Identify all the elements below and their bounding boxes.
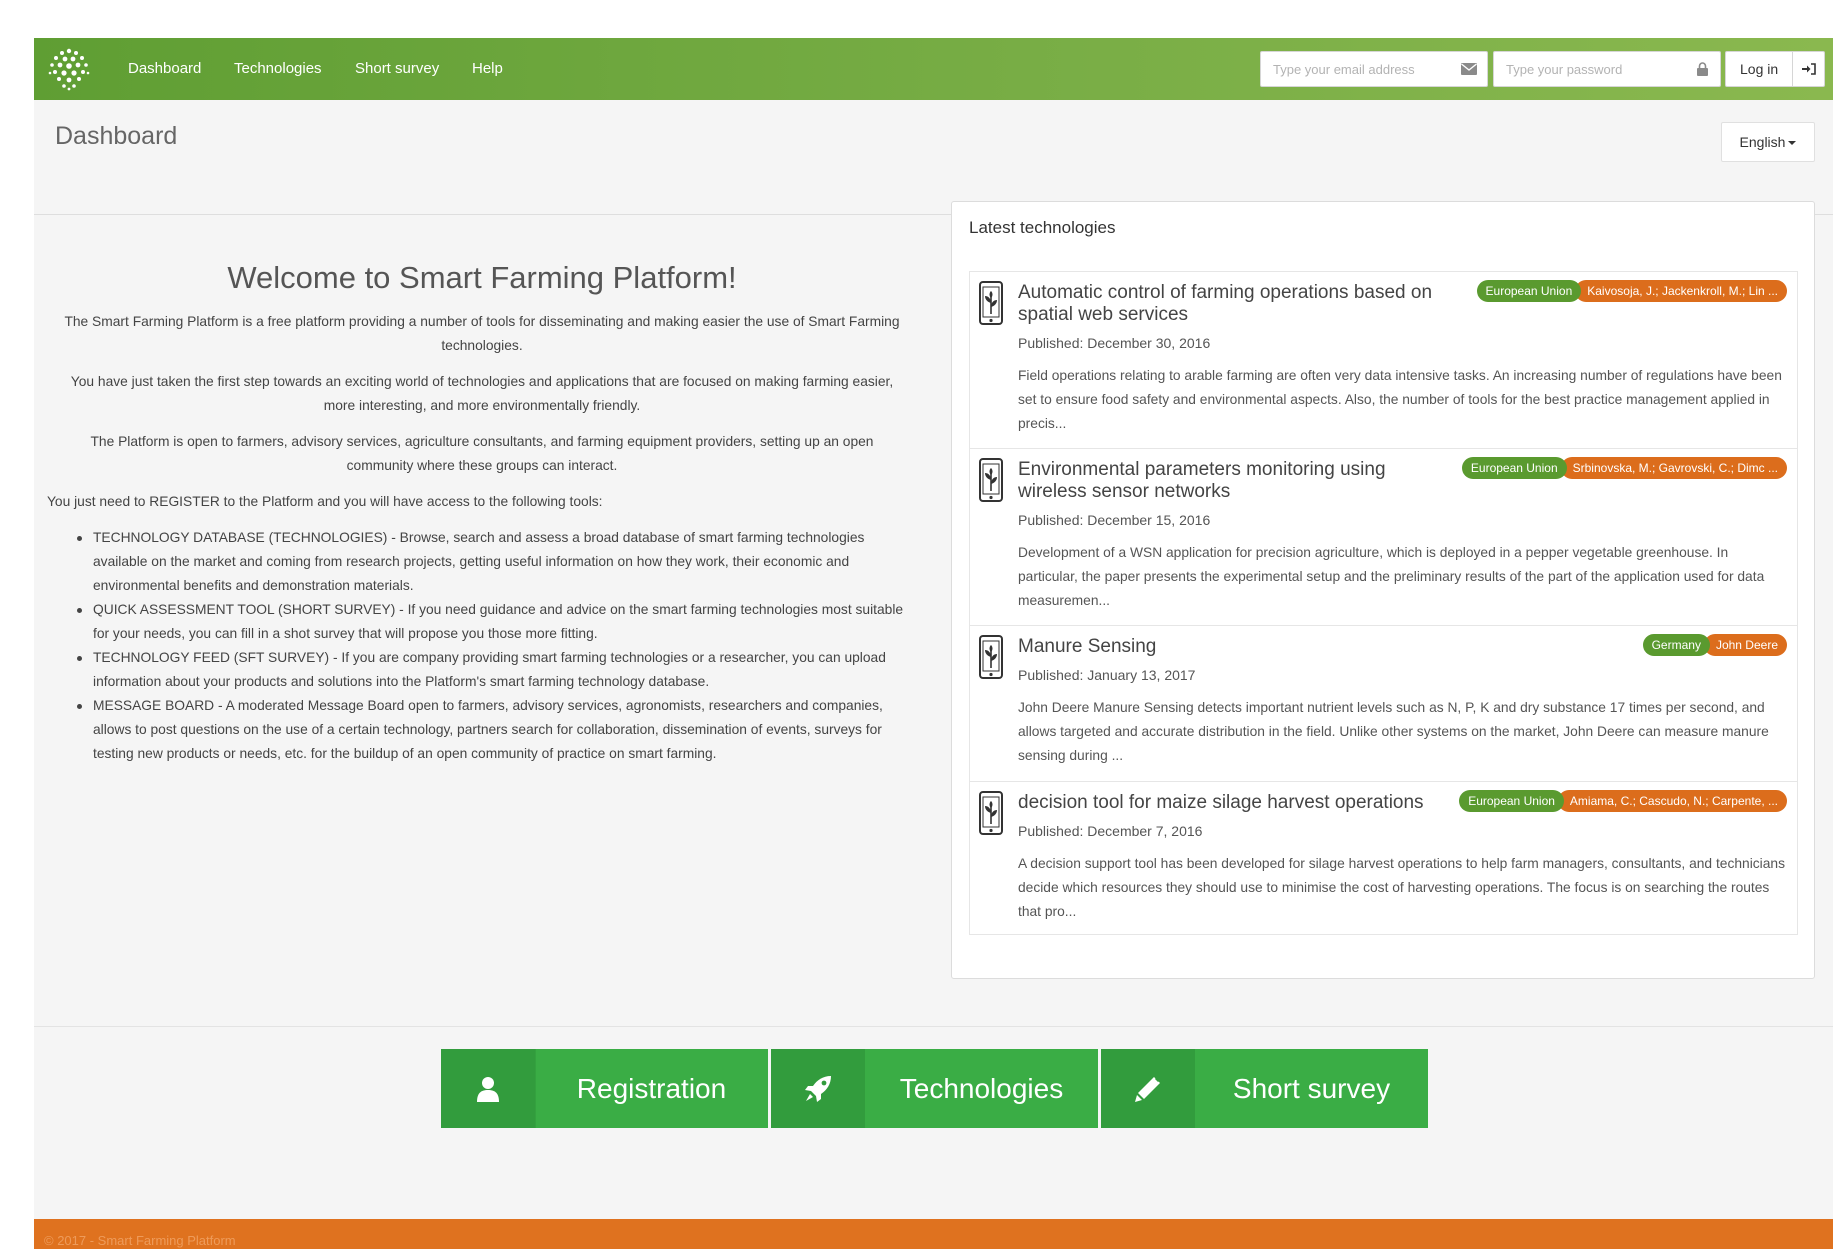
authors-badge: Kaivosoja, J.; Jackenkroll, M.; Lin ... xyxy=(1575,280,1787,302)
password-field-group xyxy=(1493,51,1721,87)
authors-badge: Srbinovska, M.; Gavrovski, C.; Dimc ... xyxy=(1560,457,1787,479)
footer: © 2017 - Smart Farming Platform xyxy=(34,1219,1833,1249)
chevron-down-icon xyxy=(1788,141,1797,146)
tech-description: Development of a WSN application for pre… xyxy=(1018,545,1765,608)
tech-item[interactable]: Manure Sensing Germany John Deere Publis… xyxy=(969,625,1798,782)
tech-list: Automatic control of farming operations … xyxy=(969,271,1798,935)
region-badge: European Union xyxy=(1476,280,1582,302)
tech-title[interactable]: Automatic control of farming operations … xyxy=(1018,282,1458,326)
welcome-title: Welcome to Smart Farming Platform! xyxy=(227,260,737,295)
login-button[interactable]: Log in xyxy=(1725,51,1825,87)
user-icon xyxy=(441,1049,535,1128)
tools-list: TECHNOLOGY DATABASE (TECHNOLOGIES) - Bro… xyxy=(77,526,913,766)
short-survey-label: Short survey xyxy=(1232,1073,1391,1104)
rocket-icon xyxy=(771,1049,865,1128)
short-survey-button[interactable]: Short survey xyxy=(1101,1049,1428,1128)
lock-icon xyxy=(1684,52,1720,86)
smartphone-plant-icon xyxy=(979,791,1003,835)
nav-technologies[interactable]: Technologies xyxy=(234,38,322,100)
smartphone-plant-icon xyxy=(979,635,1003,679)
welcome-paragraph-2: You have just taken the first step towar… xyxy=(70,374,894,413)
authors-badge: Amiama, C.; Cascudo, N.; Carpente, ... xyxy=(1557,790,1787,812)
envelope-icon xyxy=(1451,52,1487,86)
authors-badge: John Deere xyxy=(1703,634,1787,656)
tech-title[interactable]: Environmental parameters monitoring usin… xyxy=(1018,459,1418,503)
tools-list-item: TECHNOLOGY FEED (SFT SURVEY) - If you ar… xyxy=(77,646,913,694)
sign-in-icon xyxy=(1793,52,1825,86)
tech-badges: European Union Amiama, C.; Cascudo, N.; … xyxy=(1459,790,1787,812)
latest-technologies-panel: Latest technologies Automatic control of… xyxy=(951,201,1815,979)
pencil-icon xyxy=(1101,1049,1195,1128)
tech-badges: Germany John Deere xyxy=(1642,634,1787,656)
tech-title[interactable]: decision tool for maize silage harvest o… xyxy=(1018,792,1448,814)
page-header: Dashboard English xyxy=(34,100,1833,215)
page-title: Dashboard xyxy=(55,122,178,150)
tech-item[interactable]: Automatic control of farming operations … xyxy=(969,271,1798,449)
email-input[interactable] xyxy=(1261,52,1451,86)
tech-title[interactable]: Manure Sensing xyxy=(1018,636,1458,658)
welcome-section: Welcome to Smart Farming Platform! The S… xyxy=(47,218,917,766)
tech-date: Published: December 15, 2016 xyxy=(1018,512,1211,528)
registration-label: Registration xyxy=(576,1073,727,1104)
copyright-text: © 2017 - Smart Farming Platform xyxy=(44,1233,236,1248)
top-navbar: Dashboard Technologies Short survey Help… xyxy=(34,38,1833,100)
tools-list-item: QUICK ASSESSMENT TOOL (SHORT SURVEY) - I… xyxy=(77,598,913,646)
language-dropdown[interactable]: English xyxy=(1721,122,1815,162)
smartphone-plant-icon xyxy=(979,458,1003,502)
tech-item[interactable]: decision tool for maize silage harvest o… xyxy=(969,781,1798,935)
password-input[interactable] xyxy=(1494,52,1684,86)
panel-title: Latest technologies xyxy=(969,218,1116,237)
tech-item[interactable]: Environmental parameters monitoring usin… xyxy=(969,448,1798,626)
platform-logo[interactable] xyxy=(46,46,92,92)
tools-list-item: MESSAGE BOARD - A moderated Message Boar… xyxy=(77,694,913,766)
app-frame: Dashboard Technologies Short survey Help… xyxy=(34,38,1833,1249)
welcome-paragraph-3: The Platform is open to farmers, advisor… xyxy=(90,434,874,473)
tech-badges: European Union Srbinovska, M.; Gavrovski… xyxy=(1461,457,1787,479)
region-badge: Germany xyxy=(1642,634,1710,656)
action-bar: Registration Technologies Short survey xyxy=(34,1026,1833,1244)
welcome-intro: You just need to REGISTER to the Platfor… xyxy=(47,494,603,509)
technologies-label: Technologies xyxy=(899,1073,1064,1104)
welcome-paragraph-1: The Smart Farming Platform is a free pla… xyxy=(64,314,900,353)
tech-description: John Deere Manure Sensing detects import… xyxy=(1018,700,1769,763)
email-field-group xyxy=(1260,51,1488,87)
tech-badges: European Union Kaivosoja, J.; Jackenkrol… xyxy=(1476,280,1787,302)
tools-list-item: TECHNOLOGY DATABASE (TECHNOLOGIES) - Bro… xyxy=(77,526,913,598)
nav-help[interactable]: Help xyxy=(472,38,503,100)
nav-short-survey[interactable]: Short survey xyxy=(355,38,439,100)
tech-description: Field operations relating to arable farm… xyxy=(1018,368,1782,431)
region-badge: European Union xyxy=(1459,790,1564,812)
tech-description: A decision support tool has been develop… xyxy=(1018,856,1785,919)
login-label: Log in xyxy=(1740,61,1779,77)
registration-button[interactable]: Registration xyxy=(441,1049,768,1128)
tech-date: Published: January 13, 2017 xyxy=(1018,667,1196,683)
smartphone-plant-icon xyxy=(979,281,1003,325)
tech-date: Published: December 7, 2016 xyxy=(1018,823,1203,839)
region-badge: European Union xyxy=(1461,457,1567,479)
language-label: English xyxy=(1739,134,1786,150)
technologies-button[interactable]: Technologies xyxy=(771,1049,1098,1128)
tech-date: Published: December 30, 2016 xyxy=(1018,335,1211,351)
nav-dashboard[interactable]: Dashboard xyxy=(128,38,201,100)
